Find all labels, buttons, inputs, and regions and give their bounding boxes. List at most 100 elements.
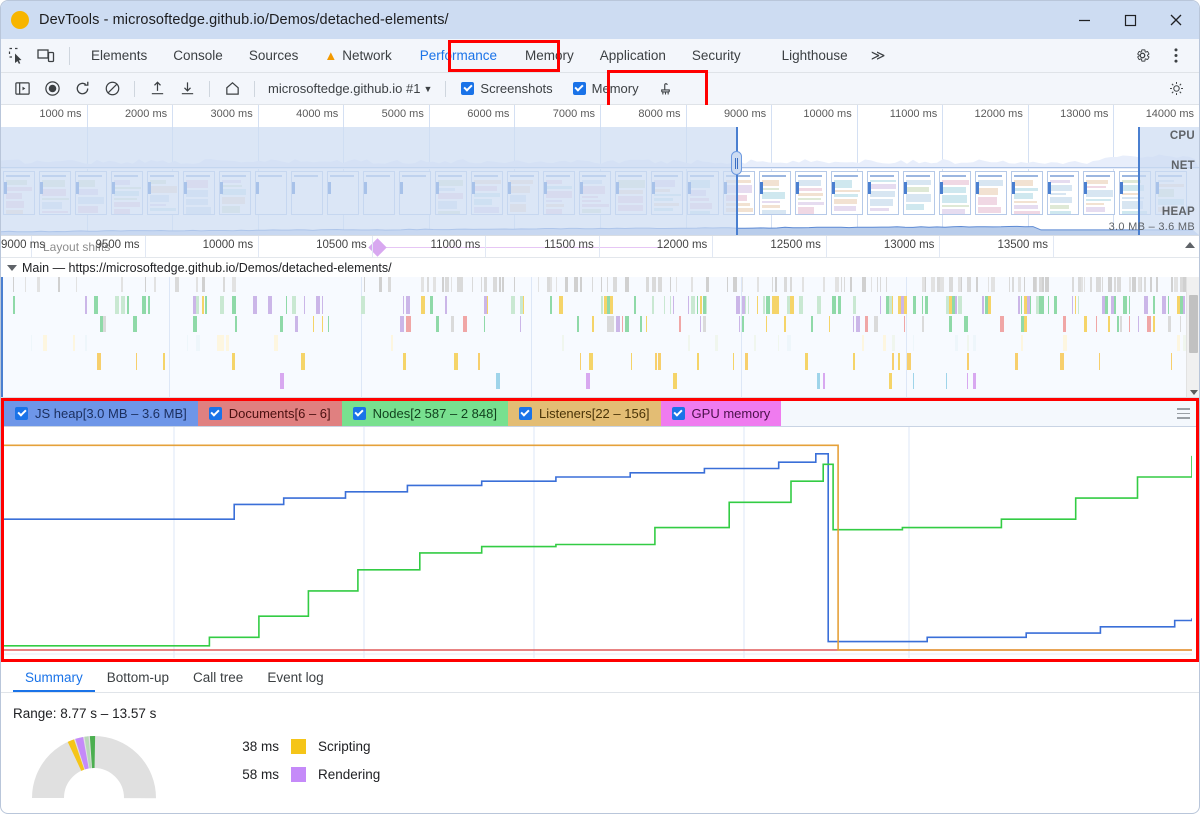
flame-event-bar[interactable] <box>430 296 433 314</box>
flame-event-bar[interactable] <box>886 277 887 292</box>
flame-event-bar[interactable] <box>673 373 677 389</box>
triangle-down-icon[interactable] <box>7 264 17 271</box>
flame-event-bar[interactable] <box>85 296 87 314</box>
flame-event-bar[interactable] <box>835 277 839 292</box>
flame-event-bar[interactable] <box>550 296 552 314</box>
flame-event-bar[interactable] <box>1012 277 1014 292</box>
flame-event-bar[interactable] <box>802 277 804 292</box>
flame-event-bar[interactable] <box>1021 335 1023 351</box>
flame-event-bar[interactable] <box>982 296 984 314</box>
flame-event-bar[interactable] <box>523 296 524 314</box>
clear-icon[interactable] <box>97 75 127 103</box>
flame-event-bar[interactable] <box>967 277 971 292</box>
flame-event-bar[interactable] <box>76 277 77 292</box>
flame-event-bar[interactable] <box>499 277 501 292</box>
flame-event-bar[interactable] <box>220 296 224 314</box>
maximize-button[interactable] <box>1107 1 1153 39</box>
flame-event-bar[interactable] <box>733 277 737 292</box>
flame-event-bar[interactable] <box>778 335 779 351</box>
flame-event-bar[interactable] <box>658 353 661 370</box>
flame-event-bar[interactable] <box>388 277 391 292</box>
flame-event-bar[interactable] <box>973 373 976 389</box>
flame-event-bar[interactable] <box>652 277 656 292</box>
flame-event-bar[interactable] <box>988 277 989 292</box>
tab-application[interactable]: Application <box>587 39 679 73</box>
flame-event-bar[interactable] <box>316 296 320 314</box>
flame-event-bar[interactable] <box>97 353 101 370</box>
flame-event-bar[interactable] <box>1183 296 1185 314</box>
minimize-button[interactable] <box>1061 1 1107 39</box>
flame-event-bar[interactable] <box>1138 316 1139 332</box>
flame-event-bar[interactable] <box>691 296 695 314</box>
filmstrip-thumbnail[interactable] <box>939 171 971 215</box>
flame-event-bar[interactable] <box>1009 277 1010 292</box>
flame-event-bar[interactable] <box>13 277 14 292</box>
flame-event-bar[interactable] <box>280 373 284 389</box>
flame-event-bar[interactable] <box>328 316 329 332</box>
flame-event-bar[interactable] <box>748 296 749 314</box>
flame-event-bar[interactable] <box>85 335 87 351</box>
flame-event-bar[interactable] <box>142 296 146 314</box>
flame-event-bar[interactable] <box>898 353 900 370</box>
overview-selection-handle-left[interactable] <box>735 127 738 235</box>
flame-event-bar[interactable] <box>913 373 914 389</box>
flame-event-bar[interactable] <box>1153 296 1155 314</box>
flame-event-bar[interactable] <box>658 277 662 292</box>
flame-event-bar[interactable] <box>1024 316 1027 332</box>
flame-event-bar[interactable] <box>811 316 813 332</box>
record-icon[interactable] <box>37 75 67 103</box>
flame-event-bar[interactable] <box>655 353 657 370</box>
filmstrip-thumbnail[interactable] <box>1083 171 1115 215</box>
flame-event-bar[interactable] <box>922 296 923 314</box>
flame-event-bar[interactable] <box>754 335 756 351</box>
flame-event-bar[interactable] <box>973 335 976 351</box>
flame-event-bar[interactable] <box>379 277 382 292</box>
flame-event-bar[interactable] <box>700 296 702 314</box>
flame-event-bar[interactable] <box>931 277 935 292</box>
flame-event-bar[interactable] <box>1054 296 1057 314</box>
flame-event-bar[interactable] <box>127 296 129 314</box>
flame-event-bar[interactable] <box>1075 296 1076 314</box>
flame-event-bar[interactable] <box>1141 277 1142 292</box>
flame-event-bar[interactable] <box>37 277 40 292</box>
flame-event-bar[interactable] <box>253 296 257 314</box>
flame-event-bar[interactable] <box>967 335 969 351</box>
flame-event-bar[interactable] <box>817 373 820 389</box>
flame-event-bar[interactable] <box>1072 296 1073 314</box>
flame-event-bar[interactable] <box>616 316 620 332</box>
flame-event-bar[interactable] <box>451 277 452 292</box>
flame-event-bar[interactable] <box>115 296 119 314</box>
checkbox-icon[interactable] <box>208 407 222 420</box>
flame-event-bar[interactable] <box>58 277 60 292</box>
home-icon[interactable] <box>217 75 247 103</box>
flame-event-bar[interactable] <box>766 296 770 314</box>
flame-event-bar[interactable] <box>610 296 613 314</box>
flame-event-bar[interactable] <box>880 277 881 292</box>
flame-event-bar[interactable] <box>133 316 137 332</box>
flame-event-bar[interactable] <box>670 296 671 314</box>
flame-event-bar[interactable] <box>1144 277 1146 292</box>
flame-event-bar[interactable] <box>958 296 962 314</box>
flame-event-bar[interactable] <box>196 277 198 292</box>
flame-event-bar[interactable] <box>862 335 864 351</box>
flame-event-bar[interactable] <box>688 335 690 351</box>
flame-event-bar[interactable] <box>403 296 404 314</box>
flame-event-bar[interactable] <box>1000 316 1004 332</box>
flame-event-bar[interactable] <box>391 335 393 351</box>
flame-event-bar[interactable] <box>175 277 179 292</box>
main-track-header[interactable]: Main — https://microsoftedge.github.io/D… <box>1 258 1199 277</box>
flame-event-bar[interactable] <box>892 296 893 314</box>
flame-chart-canvas[interactable] <box>1 277 1187 397</box>
memory-counter-js-heap[interactable]: JS heap[3.0 MB – 3.6 MB] <box>4 401 198 426</box>
flame-event-bar[interactable] <box>1153 316 1155 332</box>
flame-event-bar[interactable] <box>187 335 188 351</box>
flame-event-bar[interactable] <box>1018 277 1021 292</box>
flame-event-bar[interactable] <box>775 277 777 292</box>
flame-event-bar[interactable] <box>1129 277 1131 292</box>
flame-event-bar[interactable] <box>442 277 444 292</box>
flame-event-bar[interactable] <box>790 296 794 314</box>
flame-event-bar[interactable] <box>226 335 229 351</box>
flame-event-bar[interactable] <box>1063 316 1066 332</box>
flame-event-bar[interactable] <box>484 316 485 332</box>
flame-event-bar[interactable] <box>706 277 709 292</box>
